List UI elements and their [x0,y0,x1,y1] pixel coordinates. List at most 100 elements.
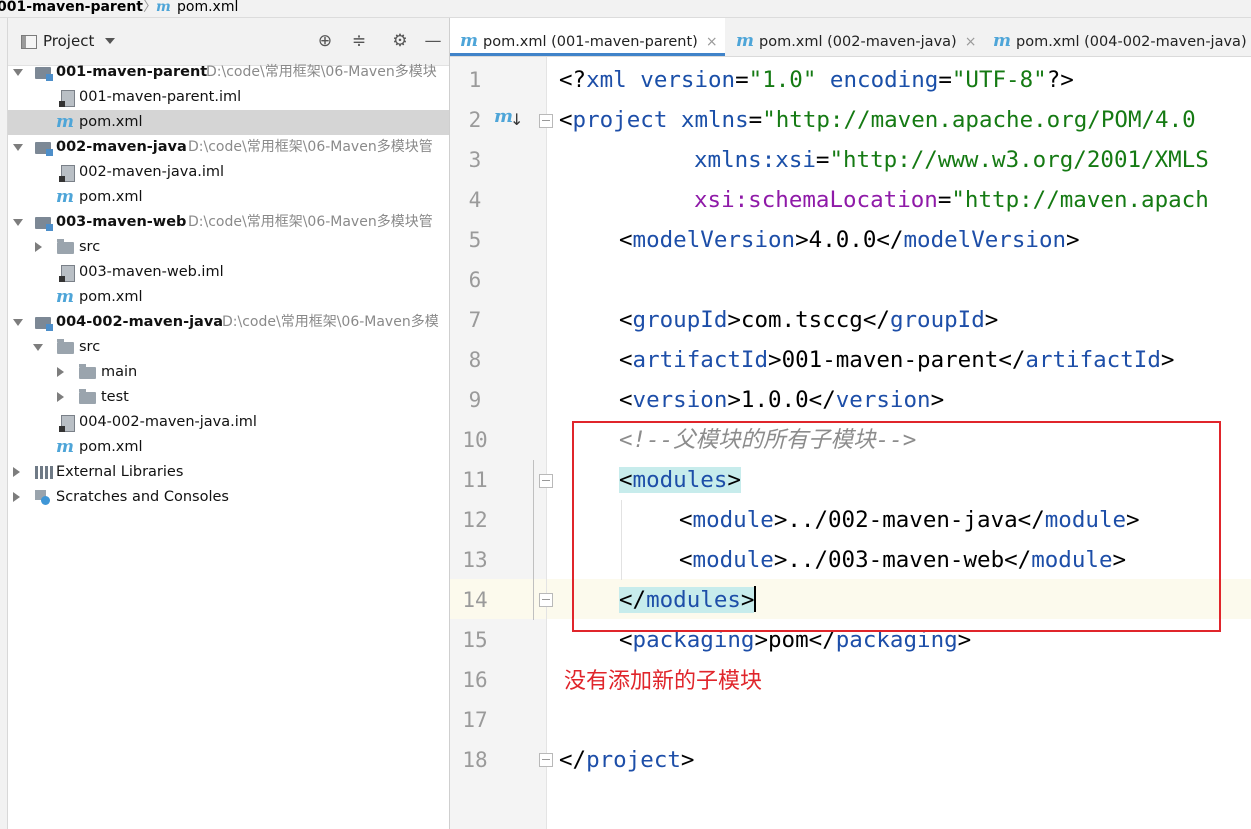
module-path: D:\code\常用框架\06-Maven多模 [222,314,439,330]
tree-node-file[interactable]: 004-002-maven-java.iml [8,410,449,435]
fold-icon[interactable] [539,593,553,607]
arrow-down-icon[interactable]: ↓ [510,110,523,129]
chevron-down-icon[interactable] [105,38,115,44]
line-number: 13 [462,548,488,572]
bracket: > [1160,347,1175,373]
tab-label: pom.xml (001-maven-parent) [483,34,698,50]
breadcrumb-file[interactable]: pom.xml [177,0,238,14]
attr-ns: xmlns:xsi [694,147,816,173]
tree-node-label: 004-002-maven-java.iml [79,414,257,430]
expand-arrow-icon[interactable] [13,492,20,502]
code-line-9[interactable]: <version>1.0.0</version> [619,380,944,420]
code-line-5[interactable]: <modelVersion>4.0.0</modelVersion> [619,220,1080,260]
expand-arrow-icon[interactable] [13,467,20,477]
iml-file-icon [59,265,75,282]
tree-node-folder[interactable]: src [8,335,449,360]
tree-node-module[interactable]: 004-002-maven-java D:\code\常用框架\06-Maven… [8,310,449,335]
tag-name: project [572,107,668,133]
scope-indicator [533,460,534,620]
expand-arrow-icon[interactable] [13,69,23,76]
line-number: 15 [462,628,488,652]
folder-icon [79,364,96,379]
project-panel-title[interactable]: Project [43,32,94,50]
attr-value: "http://maven.apach [951,187,1209,213]
maven-icon: m [736,31,754,51]
code-line-7[interactable]: <groupId>com.tsccg</groupId> [619,300,998,340]
code-line-18[interactable]: </project> [559,740,694,780]
expand-arrow-icon[interactable] [33,344,43,351]
tree-node-file[interactable]: m pom.xml [8,285,449,310]
tree-node-file[interactable]: 001-maven-parent.iml [8,85,449,110]
tab-pom-004[interactable]: m pom.xml (004-002-maven-java) [993,18,1247,56]
tree-node-scratches[interactable]: Scratches and Consoles [8,485,449,510]
expand-arrow-icon[interactable] [35,242,42,252]
tree-node-libraries[interactable]: External Libraries [8,460,449,485]
tree-node-label: src [79,239,101,255]
tree-node-module[interactable]: 003-maven-web D:\code\常用框架\06-Maven多模块管 [8,210,449,235]
code-line-4[interactable]: xsi:schemaLocation="http://maven.apach [694,180,1209,220]
code-line-8[interactable]: <artifactId>001-maven-parent</artifactId… [619,340,1174,380]
tag-name: groupId [889,307,985,333]
fold-icon[interactable] [539,474,553,488]
fold-icon[interactable] [539,114,553,128]
tree-node-file-selected[interactable]: m pom.xml [8,110,449,135]
line-number: 1 [468,68,482,92]
tree-node-label: pom.xml [79,114,143,130]
tree-node-label: pom.xml [79,439,143,455]
tag-name: project [586,747,681,773]
project-view-icon [21,35,37,49]
expand-arrow-icon[interactable] [57,392,64,402]
locate-icon[interactable]: ⊕ [314,30,336,52]
tree-node-module[interactable]: 002-maven-java D:\code\常用框架\06-Maven多模块管 [8,135,449,160]
bracket: </ [862,307,890,333]
minimize-icon[interactable]: — [422,30,444,52]
expand-arrow-icon[interactable] [13,219,23,226]
tree-node-label: 004-002-maven-java [56,314,224,330]
module-path: D:\code\常用框架\06-Maven多模块 [206,64,437,80]
tree-node-label: main [101,364,138,380]
tree-node-folder[interactable]: main [8,360,449,385]
attr-value: "1.0" [748,67,817,93]
line-number: 2 [468,108,482,132]
expand-arrow-icon[interactable] [57,367,64,377]
line-number: 3 [468,148,482,172]
close-icon[interactable]: × [965,34,977,50]
close-icon[interactable]: × [706,34,718,50]
line-number: 11 [462,468,488,492]
maven-icon: m [56,287,74,307]
attr-name: xmlns [667,107,749,133]
tree-node-file[interactable]: m pom.xml [8,435,449,460]
folder-icon [79,389,96,404]
tree-node-label: 001-maven-parent.iml [79,89,242,105]
expand-arrow-icon[interactable] [13,319,23,326]
line-number: 10 [462,428,488,452]
collapse-all-icon[interactable]: ≑ [348,30,370,52]
library-icon [35,466,53,479]
tree-node-file[interactable]: m pom.xml [8,185,449,210]
attr-name: encoding [816,67,939,93]
tree-node-file[interactable]: 003-maven-web.iml [8,260,449,285]
annotation-text: 没有添加新的子模块 [564,669,763,694]
module-icon [35,217,53,231]
tab-pom-001[interactable]: m pom.xml (001-maven-parent) × [450,18,725,56]
line-number: 8 [468,348,482,372]
code-line-3[interactable]: xmlns:xsi="http://www.w3.org/2001/XMLS [694,140,1209,180]
gear-icon[interactable]: ⚙ [389,30,411,52]
bracket: < [619,307,633,333]
tree-node-label: 003-maven-web [56,214,187,230]
expand-arrow-icon[interactable] [13,144,23,151]
maven-icon: m [156,0,171,15]
tree-node-file[interactable]: 002-maven-java.iml [8,160,449,185]
bracket: > [1066,227,1080,253]
breadcrumb-project[interactable]: 001-maven-parent [0,0,143,14]
line-number: 7 [468,308,482,332]
tree-node-folder[interactable]: src [8,235,449,260]
fold-icon[interactable] [539,753,553,767]
tree-node-label: 001-maven-parent [56,64,208,80]
code-line-1[interactable]: <?xml version="1.0" encoding="UTF-8"?> [559,60,1074,100]
tab-pom-002[interactable]: m pom.xml (002-maven-java) × [736,18,976,56]
code-line-2[interactable]: <project xmlns="http://maven.apache.org/… [559,100,1196,140]
tree-node-folder[interactable]: test [8,385,449,410]
tag-name: modelVersion [632,227,796,253]
tree-node-module[interactable]: 001-maven-parent D:\code\常用框架\06-Maven多模… [8,60,449,85]
